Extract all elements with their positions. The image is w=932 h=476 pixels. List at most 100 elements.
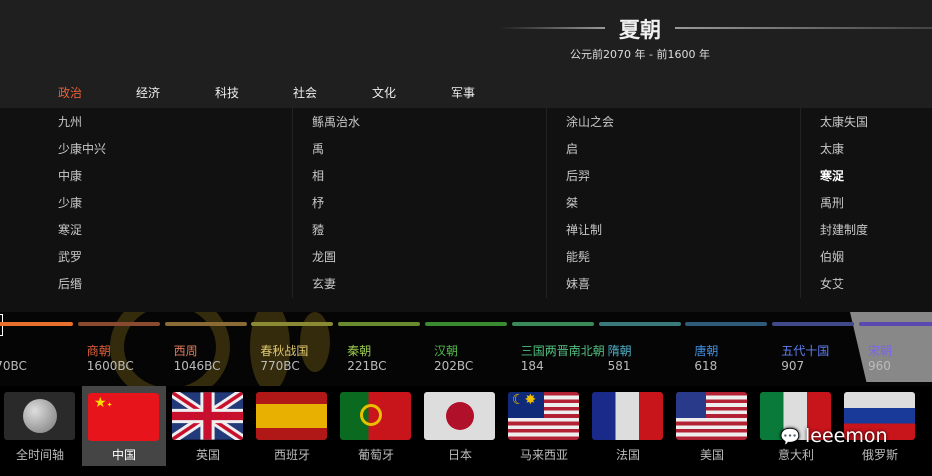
date-range: 公元前2070 年 - 前1600 年 bbox=[570, 48, 710, 61]
dynasty-label[interactable]: 汉朝 bbox=[434, 342, 458, 359]
dynasty-year: 1046BC bbox=[173, 359, 221, 373]
timeline-segment[interactable] bbox=[338, 322, 421, 326]
dynasty-year: 202BC bbox=[434, 359, 474, 373]
menu-item[interactable]: 启 bbox=[566, 141, 614, 168]
country-uk[interactable]: 英国 bbox=[166, 386, 250, 466]
topic-menu: 九州 少康中兴 中康 少康 寒浞 武罗 后缗 鲧禹治水禹相杼豷龙圄 玄妻 涂山之会启后羿桀禅让制能… bbox=[0, 108, 932, 312]
dynasty-label[interactable]: 西周 bbox=[174, 342, 198, 359]
country-name: 全时间轴 bbox=[15, 448, 64, 462]
portugal-flag-icon bbox=[340, 392, 411, 440]
dynasty-label[interactable]: 五代十国 bbox=[781, 342, 829, 359]
menu-item[interactable]: 九州 bbox=[58, 114, 106, 141]
country-portugal[interactable]: 葡萄牙 bbox=[334, 386, 418, 466]
menu-item[interactable]: 封建制度 bbox=[820, 222, 868, 249]
tab-2[interactable]: 科技 bbox=[215, 84, 239, 101]
country-name: 西班牙 bbox=[273, 448, 310, 462]
country-name: 马来西亚 bbox=[519, 448, 568, 462]
menu-item[interactable]: 龙圄 bbox=[312, 249, 360, 276]
country-france[interactable]: 法国 bbox=[586, 386, 670, 466]
dynasty-year: 184 bbox=[520, 359, 544, 373]
menu-item[interactable]: 相 bbox=[312, 168, 360, 195]
timeline-segment[interactable] bbox=[251, 322, 334, 326]
watermark: 💬 leeemon bbox=[780, 425, 888, 447]
column-divider bbox=[800, 108, 801, 298]
menu-item[interactable]: 豷 bbox=[312, 222, 360, 249]
tab-5[interactable]: 军事 bbox=[451, 84, 475, 101]
dynasty-year: 770BC bbox=[260, 359, 300, 373]
country-name: 中国 bbox=[111, 448, 136, 462]
country-name: 英国 bbox=[195, 448, 220, 462]
country-name: 葡萄牙 bbox=[357, 448, 394, 462]
timeline-segment[interactable] bbox=[0, 322, 73, 326]
dynasty-label[interactable]: 隋朝 bbox=[608, 342, 632, 359]
country-globe[interactable]: 全时间轴 bbox=[0, 386, 82, 466]
country-china[interactable]: ★✦ 中国 bbox=[82, 386, 166, 466]
menu-item[interactable]: 玄妻 bbox=[312, 276, 360, 303]
timeline-segment[interactable] bbox=[425, 322, 507, 326]
menu-item[interactable]: 太康失国 bbox=[820, 114, 868, 141]
dynasty-label[interactable]: 唐朝 bbox=[694, 342, 718, 359]
dynasty-year: 581 bbox=[607, 359, 631, 373]
dynasty-year: 1600BC bbox=[86, 359, 134, 373]
menu-item[interactable]: 武罗 bbox=[58, 249, 106, 276]
tab-1[interactable]: 经济 bbox=[136, 84, 160, 101]
timeline-segment[interactable] bbox=[685, 322, 768, 326]
menu-item[interactable]: 禹 bbox=[312, 141, 360, 168]
menu-item[interactable]: 能髡 bbox=[566, 249, 614, 276]
column-divider bbox=[546, 108, 547, 298]
dynasty-year: 960 bbox=[868, 359, 891, 373]
country-name: 法国 bbox=[615, 448, 640, 462]
country-name: 日本 bbox=[447, 448, 472, 462]
tab-0[interactable]: 政治 bbox=[58, 84, 82, 101]
menu-item[interactable]: 后缗 bbox=[58, 276, 106, 303]
tab-4[interactable]: 文化 bbox=[372, 84, 396, 101]
dynasty-label[interactable]: 商朝 bbox=[87, 342, 111, 359]
title-line-right bbox=[675, 27, 932, 29]
menu-item[interactable]: 少康 bbox=[58, 195, 106, 222]
spain-flag-icon bbox=[256, 392, 327, 440]
menu-column: 涂山之会启后羿桀禅让制 能髡 妹喜 bbox=[566, 114, 614, 303]
globe-icon bbox=[4, 392, 75, 440]
dynasty-label[interactable]: 秦朝 bbox=[347, 342, 371, 359]
tab-3[interactable]: 社会 bbox=[293, 84, 317, 101]
menu-item[interactable]: 中康 bbox=[58, 168, 106, 195]
timeline-segment[interactable] bbox=[511, 322, 594, 326]
title-line-left bbox=[500, 27, 605, 29]
timeline-segment[interactable] bbox=[164, 322, 247, 326]
menu-item[interactable]: 禹刑 bbox=[820, 195, 868, 222]
malaysia-flag-icon: ☾✸ bbox=[508, 392, 579, 440]
dynasty-label[interactable]: 春秋战国 bbox=[260, 342, 308, 359]
country-japan[interactable]: 日本 bbox=[418, 386, 502, 466]
country-usa[interactable]: 美国 bbox=[670, 386, 754, 466]
dynasty-label[interactable]: 宋朝 bbox=[868, 342, 892, 359]
menu-item[interactable]: 杼 bbox=[312, 195, 360, 222]
menu-column: 九州 少康中兴 中康 少康 寒浞 武罗 后缗 bbox=[58, 114, 106, 303]
page-title: 夏朝 bbox=[619, 18, 661, 42]
dynasty-label[interactable]: 三国两晋南北朝 bbox=[521, 342, 605, 359]
menu-item[interactable]: 寒浞 bbox=[58, 222, 106, 249]
menu-item[interactable]: 少康中兴 bbox=[58, 141, 106, 168]
menu-item[interactable]: 桀 bbox=[566, 195, 614, 222]
uk-flag-icon bbox=[172, 392, 243, 440]
menu-item[interactable]: 妹喜 bbox=[566, 276, 614, 303]
menu-item[interactable]: 寒浞 bbox=[820, 168, 868, 195]
menu-item[interactable]: 涂山之会 bbox=[566, 114, 614, 141]
timeline-segment[interactable] bbox=[859, 322, 932, 326]
country-malaysia[interactable]: ☾✸ 马来西亚 bbox=[502, 386, 586, 466]
menu-item[interactable]: 伯姻 bbox=[820, 249, 868, 276]
timeline-segment[interactable] bbox=[598, 322, 681, 326]
timeline-segment[interactable] bbox=[772, 322, 855, 326]
menu-item[interactable]: 鲧禹治水 bbox=[312, 114, 360, 141]
dynasty-year: 221BC bbox=[347, 359, 387, 373]
menu-item[interactable]: 后羿 bbox=[566, 168, 614, 195]
header: 夏朝 公元前2070 年 - 前1600 年 政治 经济 科技 社会 文化 军事 bbox=[0, 0, 932, 108]
menu-item[interactable]: 女艾 bbox=[820, 276, 868, 303]
column-divider bbox=[292, 108, 293, 298]
menu-item[interactable]: 太康 bbox=[820, 141, 868, 168]
watermark-text: leeemon bbox=[805, 425, 888, 447]
country-spain[interactable]: 西班牙 bbox=[250, 386, 334, 466]
country-name: 意大利 bbox=[777, 448, 814, 462]
japan-flag-icon bbox=[424, 392, 495, 440]
menu-item[interactable]: 禅让制 bbox=[566, 222, 614, 249]
timeline-segment[interactable] bbox=[77, 322, 160, 326]
